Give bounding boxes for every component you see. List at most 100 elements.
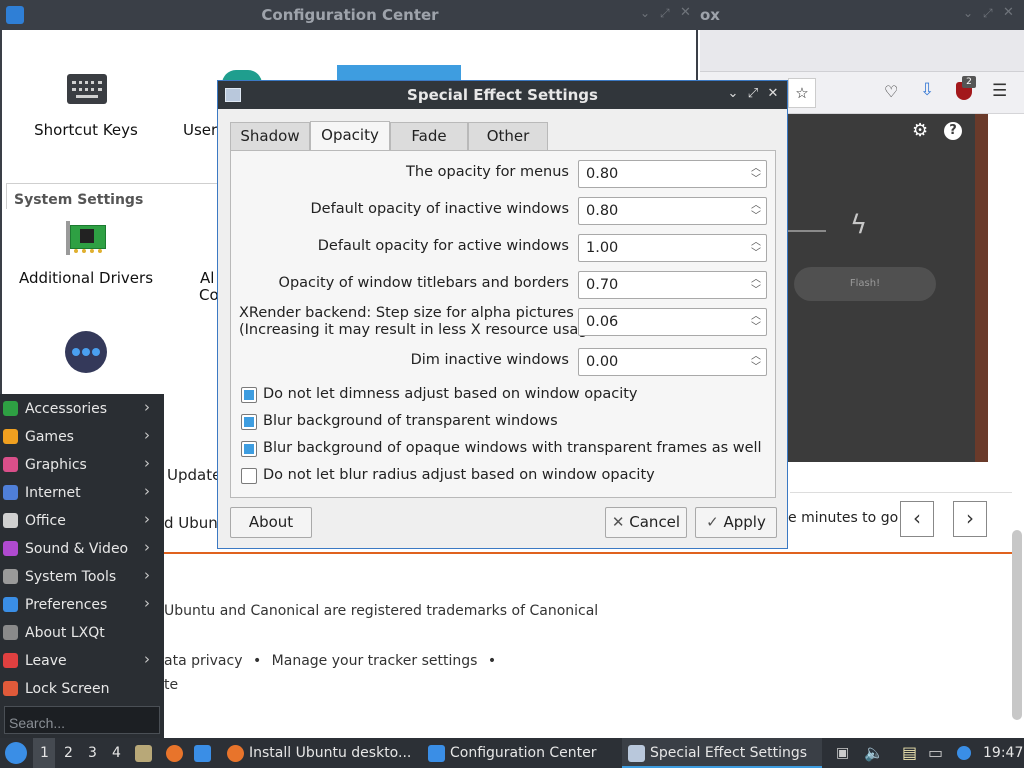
hero-image-edge [975,114,988,462]
lock-screen-icon [3,681,18,696]
file-manager-icon[interactable] [135,745,152,762]
partial-tile-label-2[interactable]: Co [199,286,219,304]
desktop-3-button[interactable]: 3 [88,738,97,768]
menu-item-sound-video[interactable]: Sound & Video › [0,535,164,563]
menu-item-about-lxqt[interactable]: About LXQt [0,619,164,647]
desktop-2-button[interactable]: 2 [64,738,73,768]
task-configuration-center[interactable]: Configuration Center [450,738,597,768]
about-button[interactable]: About [230,507,312,538]
active-opacity-spinbox[interactable]: 1.00 ︿ ﹀ [578,234,767,262]
pci-card-icon [66,221,108,255]
special-effect-settings-dialog: Special Effect Settings ⌄ ⤢ ✕ Shadow Opa… [217,80,788,549]
tab-fade[interactable]: Fade [390,122,468,150]
update-tray-icon[interactable] [957,746,971,760]
config-center-titlebar[interactable]: Configuration Center ⌄ ⤢ ✕ [0,0,700,30]
partial-update-text: Update [167,466,222,484]
spin-up-icon[interactable]: ︿ [749,274,763,285]
leave-icon [3,653,18,668]
spin-up-icon[interactable]: ︿ [749,311,763,322]
titlebar-opacity-spinbox[interactable]: 0.70 ︿ ﹀ [578,271,767,299]
menu-item-lock-screen[interactable]: Lock Screen [0,675,164,703]
show-desktop-icon[interactable] [194,745,211,762]
downloads-icon[interactable]: ⇩ [920,80,934,100]
spinbox-value: 0.06 [586,314,619,330]
volume-icon[interactable]: 🔈 [864,738,884,768]
menu-item-graphics[interactable]: Graphics › [0,451,164,479]
menu-item-accessories[interactable]: Accessories › [0,395,164,423]
spin-up-icon[interactable]: ︿ [749,351,763,362]
maximize-icon[interactable]: ⤢ [744,85,762,103]
inactive-opacity-spinbox[interactable]: 0.80 ︿ ﹀ [578,197,767,225]
clipboard-tray-icon[interactable]: ▣ [836,738,849,768]
blur-radius-checkbox[interactable] [241,468,257,484]
tab-shadow[interactable]: Shadow [230,122,310,150]
spin-up-icon[interactable]: ︿ [749,163,763,174]
spin-down-icon[interactable]: ﹀ [749,211,763,222]
settings-gear-icon[interactable]: ⚙ [912,120,928,141]
shortcut-keys-label[interactable]: Shortcut Keys [16,121,156,139]
firefox-launcher-icon[interactable] [166,745,183,762]
blur-transparent-checkbox[interactable] [241,414,257,430]
menu-item-leave[interactable]: Leave › [0,647,164,675]
cc-minimize-icon[interactable]: ⌄ [640,6,650,20]
pocket-icon[interactable]: ♡ [884,82,898,101]
network-icon[interactable]: ▭ [928,738,943,768]
menu-search-input[interactable] [4,706,160,734]
flash-button[interactable]: Flash! [794,267,936,301]
tracker-settings-link[interactable]: Manage your tracker settings [272,653,478,669]
dialog-titlebar[interactable]: Special Effect Settings ⌄ ⤢ ✕ [218,81,787,109]
browser-maximize-icon[interactable]: ⤢ [983,6,993,21]
data-privacy-link[interactable]: ata privacy [164,653,242,669]
browser-minimize-icon[interactable]: ⌄ [963,6,973,20]
close-icon[interactable]: ✕ [764,85,782,103]
desktop-4-button[interactable]: 4 [112,738,121,768]
spin-up-icon[interactable]: ︿ [749,200,763,211]
spin-down-icon[interactable]: ﹀ [749,362,763,373]
spin-down-icon[interactable]: ﹀ [749,174,763,185]
xrender-step-spinbox[interactable]: 0.06 ︿ ﹀ [578,308,767,336]
config-center-title: Configuration Center [261,6,439,24]
opacity-menus-spinbox[interactable]: 0.80 ︿ ﹀ [578,160,767,188]
menu-item-games[interactable]: Games › [0,423,164,451]
bookmark-star-icon[interactable]: ☆ [788,78,816,108]
notes-tray-icon[interactable]: ▤ [902,738,917,768]
footer-separator: • [487,653,497,669]
cancel-button[interactable]: ✕ Cancel [605,507,687,538]
menu-item-office[interactable]: Office › [0,507,164,535]
clock[interactable]: 19:47 [983,738,1023,768]
menu-item-internet[interactable]: Internet › [0,479,164,507]
task-special-effect-settings[interactable]: Special Effect Settings [650,738,807,768]
lxqt-start-icon[interactable] [5,742,27,764]
browser-titlebar[interactable]: ox ⌄ ⤢ ✕ [700,0,1024,30]
browser-close-icon[interactable]: ✕ [1003,5,1014,20]
spin-down-icon[interactable]: ﹀ [749,322,763,333]
dimness-opacity-checkbox[interactable] [241,387,257,403]
next-slide-button[interactable]: › [953,501,987,537]
cc-maximize-icon[interactable]: ⤢ [660,6,670,21]
task-install-ubuntu[interactable]: Install Ubuntu deskto... [249,738,411,768]
blur-radius-checkbox-label: Do not let blur radius adjust based on w… [263,467,655,483]
partial-tile-label-1[interactable]: Al [200,269,214,287]
prev-slide-button[interactable]: ‹ [900,501,934,537]
spin-up-icon[interactable]: ︿ [749,237,763,248]
chevron-right-icon: › [144,398,150,416]
spinbox-value: 0.00 [586,354,619,370]
more-options-icon[interactable] [65,331,107,373]
cc-close-icon[interactable]: ✕ [680,5,691,20]
menu-item-preferences[interactable]: Preferences › [0,591,164,619]
additional-drivers-label[interactable]: Additional Drivers [16,269,156,287]
tab-opacity[interactable]: Opacity [310,121,390,151]
blur-opaque-frames-checkbox[interactable] [241,441,257,457]
minimize-icon[interactable]: ⌄ [724,85,742,103]
desktop-1-button[interactable]: 1 [40,738,49,768]
tab-other[interactable]: Other [468,122,548,150]
menu-item-system-tools[interactable]: System Tools › [0,563,164,591]
opacity-menus-label: The opacity for menus [406,164,569,180]
browser-scrollbar[interactable] [1012,530,1022,720]
spin-down-icon[interactable]: ﹀ [749,285,763,296]
help-icon[interactable]: ? [944,122,962,140]
spin-down-icon[interactable]: ﹀ [749,248,763,259]
apply-button[interactable]: ✓ Apply [695,507,777,538]
hamburger-menu-icon[interactable]: ☰ [992,81,1007,101]
dim-inactive-spinbox[interactable]: 0.00 ︿ ﹀ [578,348,767,376]
